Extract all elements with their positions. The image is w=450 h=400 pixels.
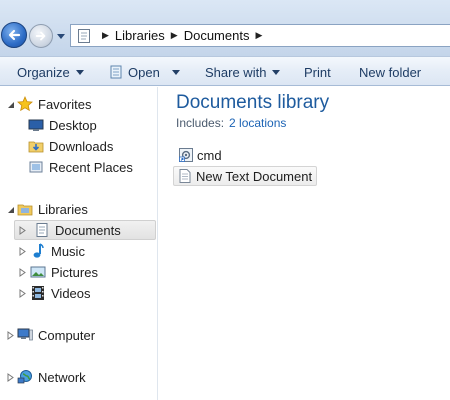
nav-item-music[interactable]: Music xyxy=(18,241,85,261)
back-button[interactable] xyxy=(1,22,27,48)
nav-libraries[interactable]: Libraries xyxy=(6,199,88,219)
nav-item-documents[interactable]: Documents xyxy=(14,220,156,240)
forward-arrow-icon xyxy=(35,31,46,41)
pictures-icon xyxy=(30,266,46,278)
expand-arrow-icon[interactable] xyxy=(6,330,15,340)
downloads-folder-icon xyxy=(28,141,44,153)
locations-link[interactable]: 2 locations xyxy=(229,116,286,130)
chevron-down-icon xyxy=(75,70,84,75)
breadcrumb-separator-icon[interactable]: ▶ xyxy=(171,30,178,41)
breadcrumb-separator-icon[interactable]: ▶ xyxy=(255,30,262,41)
nav-item-recent-places[interactable]: Recent Places xyxy=(28,157,133,177)
address-bar[interactable]: ▶ Libraries ▶ Documents ▶ xyxy=(70,24,450,47)
desktop-icon xyxy=(28,119,44,131)
nav-item-music-label: Music xyxy=(51,243,85,259)
nav-item-videos-label: Videos xyxy=(51,285,91,301)
nav-libraries-label: Libraries xyxy=(38,201,88,217)
chevron-down-icon xyxy=(272,70,281,75)
recent-pages-dropdown-icon[interactable] xyxy=(56,31,66,41)
breadcrumb-documents[interactable]: Documents xyxy=(184,28,250,43)
nav-item-desktop[interactable]: Desktop xyxy=(28,115,97,135)
documents-icon xyxy=(36,223,48,237)
file-name: cmd xyxy=(197,147,222,163)
expand-arrow-icon[interactable] xyxy=(18,267,27,277)
back-arrow-icon xyxy=(8,29,21,41)
breadcrumb-separator-icon[interactable]: ▶ xyxy=(102,30,109,41)
expand-arrow-icon[interactable] xyxy=(18,225,27,235)
file-item-cmd[interactable]: cmd xyxy=(175,145,226,165)
print-label: Print xyxy=(304,64,331,80)
nav-favorites[interactable]: Favorites xyxy=(6,94,91,114)
recent-places-icon xyxy=(29,161,43,173)
organize-label: Organize xyxy=(17,64,70,80)
nav-item-documents-label: Documents xyxy=(55,222,121,238)
library-icon xyxy=(78,28,90,43)
library-title: Documents library xyxy=(176,92,330,113)
breadcrumb-libraries[interactable]: Libraries xyxy=(115,28,165,43)
nav-computer[interactable]: Computer xyxy=(6,325,95,345)
collapse-arrow-icon[interactable] xyxy=(6,100,15,109)
shortcut-app-icon xyxy=(179,148,193,162)
print-button[interactable]: Print xyxy=(304,57,331,87)
nav-item-pictures[interactable]: Pictures xyxy=(18,262,98,282)
star-icon xyxy=(17,96,33,112)
new-folder-button[interactable]: New folder xyxy=(359,57,421,87)
nav-item-pictures-label: Pictures xyxy=(51,264,98,280)
nav-item-recent-places-label: Recent Places xyxy=(49,159,133,175)
network-globe-icon xyxy=(17,370,32,384)
forward-button[interactable] xyxy=(29,24,53,48)
new-folder-label: New folder xyxy=(359,64,422,80)
nav-item-desktop-label: Desktop xyxy=(49,117,97,133)
expand-arrow-icon[interactable] xyxy=(18,288,27,298)
includes-line: Includes: 2 locations xyxy=(176,116,286,130)
nav-item-downloads-label: Downloads xyxy=(49,138,114,154)
libraries-icon xyxy=(17,204,33,216)
nav-favorites-label: Favorites xyxy=(38,96,92,112)
expand-arrow-icon[interactable] xyxy=(6,372,15,382)
computer-icon xyxy=(17,328,33,341)
nav-network-label: Network xyxy=(38,369,86,385)
film-strip-icon xyxy=(32,286,44,300)
organize-button[interactable]: Organize xyxy=(17,57,84,87)
share-with-label: Share with xyxy=(205,64,267,80)
nav-item-downloads[interactable]: Downloads xyxy=(28,136,113,156)
content-pane: Documents library Includes: 2 locations c… xyxy=(159,87,450,400)
music-note-icon xyxy=(33,243,44,258)
nav-network[interactable]: Network xyxy=(6,367,86,387)
address-area: ▶ Libraries ▶ Documents ▶ xyxy=(0,0,450,56)
share-with-button[interactable]: Share with xyxy=(205,57,281,87)
file-item-new-text-document[interactable]: New Text Document xyxy=(173,166,318,186)
text-file-icon xyxy=(179,169,191,183)
expand-arrow-icon[interactable] xyxy=(18,246,27,256)
nav-computer-label: Computer xyxy=(38,327,96,343)
nav-item-videos[interactable]: Videos xyxy=(18,283,91,303)
chevron-down-icon xyxy=(171,70,180,75)
file-name: New Text Document xyxy=(196,168,313,184)
navigation-pane: Favorites Desktop Downloads Recent Place… xyxy=(0,87,158,400)
includes-label: Includes: xyxy=(176,116,225,130)
open-label: Open xyxy=(128,64,160,80)
notepad-icon xyxy=(110,65,122,79)
command-bar: Organize Open Share with Print New folde… xyxy=(0,56,450,86)
open-button[interactable]: Open xyxy=(108,57,180,87)
collapse-arrow-icon[interactable] xyxy=(6,205,15,214)
